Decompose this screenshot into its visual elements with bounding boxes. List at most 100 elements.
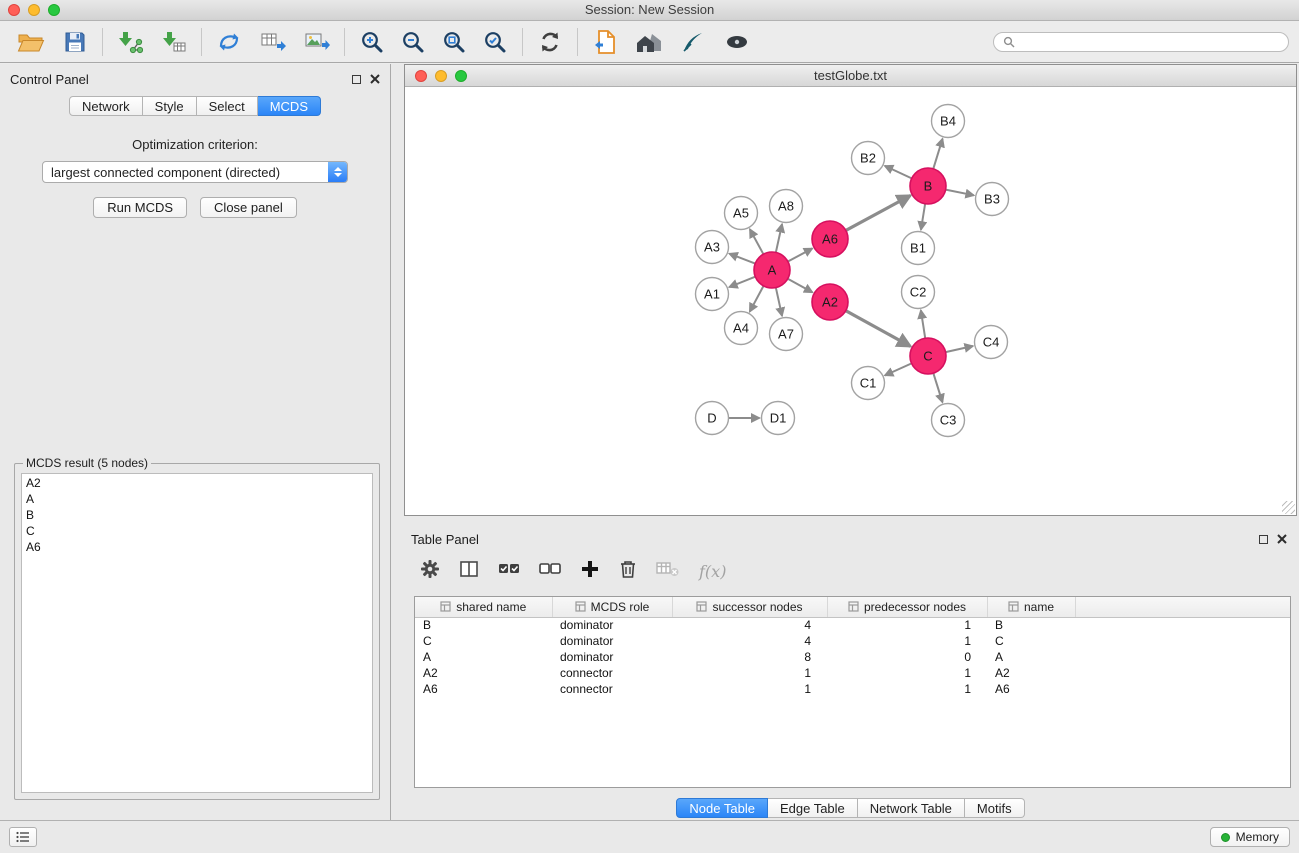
- import-network-button[interactable]: [111, 25, 149, 59]
- apply-layout-button[interactable]: [531, 25, 569, 59]
- zoom-out-button[interactable]: [394, 25, 432, 59]
- table-row[interactable]: A6connector11A6: [415, 681, 1290, 697]
- result-item[interactable]: C: [22, 523, 372, 539]
- graph-edge-C-C3[interactable]: [933, 373, 942, 402]
- select-all-button[interactable]: [498, 559, 520, 584]
- deselect-all-button[interactable]: [539, 559, 561, 584]
- graph-node-B2[interactable]: B2: [852, 142, 885, 175]
- result-item[interactable]: B: [22, 507, 372, 523]
- export-table-button[interactable]: [254, 25, 292, 59]
- column-header-shared-name[interactable]: shared name: [415, 597, 552, 617]
- result-item[interactable]: A2: [22, 475, 372, 491]
- graph-edge-A-A6[interactable]: [788, 248, 812, 261]
- add-column-button[interactable]: [580, 559, 600, 584]
- save-session-button[interactable]: [56, 25, 94, 59]
- float-table-panel-icon[interactable]: [1259, 535, 1268, 544]
- column-header-mcds-role[interactable]: MCDS role: [552, 597, 672, 617]
- graph-edge-A-A3[interactable]: [729, 254, 755, 264]
- graph-node-B1[interactable]: B1: [902, 232, 935, 265]
- delete-column-button[interactable]: [619, 559, 637, 584]
- mcds-result-list[interactable]: A2ABCA6: [21, 473, 373, 793]
- show-columns-button[interactable]: [459, 559, 479, 584]
- table-settings-button[interactable]: [420, 559, 440, 584]
- column-header-name[interactable]: name: [987, 597, 1075, 617]
- toggle-visibility-button[interactable]: [718, 25, 756, 59]
- graph-node-A7[interactable]: A7: [770, 318, 803, 351]
- zoom-fit-button[interactable]: [435, 25, 473, 59]
- graph-edge-A-A1[interactable]: [729, 277, 755, 287]
- close-panel-button[interactable]: Close panel: [200, 197, 297, 218]
- tab-network[interactable]: Network: [69, 96, 143, 116]
- tab-style[interactable]: Style: [143, 96, 197, 116]
- graph-edge-C-C2[interactable]: [921, 310, 925, 338]
- close-table-panel-icon[interactable]: [1277, 534, 1287, 544]
- graph-node-C2[interactable]: C2: [902, 276, 935, 309]
- graph-node-A5[interactable]: A5: [725, 197, 758, 230]
- column-header-successor-nodes[interactable]: successor nodes: [672, 597, 827, 617]
- tab-motifs[interactable]: Motifs: [965, 798, 1025, 818]
- graph-node-A8[interactable]: A8: [770, 190, 803, 223]
- graph-node-C4[interactable]: C4: [975, 326, 1008, 359]
- graph-node-A6[interactable]: A6: [812, 221, 848, 257]
- graph-edge-A2-C[interactable]: [846, 311, 911, 347]
- column-header-predecessor-nodes[interactable]: predecessor nodes: [827, 597, 987, 617]
- table-row[interactable]: Cdominator41C: [415, 633, 1290, 649]
- graph-edge-B-B2[interactable]: [885, 166, 912, 179]
- run-mcds-button[interactable]: Run MCDS: [93, 197, 187, 218]
- delete-table-button[interactable]: [656, 559, 680, 584]
- graph-edge-B-B4[interactable]: [933, 139, 942, 169]
- graph-node-A3[interactable]: A3: [696, 231, 729, 264]
- graph-node-A1[interactable]: A1: [696, 278, 729, 311]
- network-close-button[interactable]: [415, 70, 427, 82]
- function-builder-button[interactable]: f(x): [699, 562, 726, 581]
- task-history-button[interactable]: [9, 827, 37, 847]
- graph-node-A[interactable]: A: [754, 252, 790, 288]
- network-graph[interactable]: B4B2BB3A5A8A6B1A3AC2A1A2A4A7C4CC1C3DD1: [405, 88, 1296, 516]
- table-row[interactable]: Bdominator41B: [415, 617, 1290, 633]
- zoom-window-button[interactable]: [48, 4, 60, 16]
- minimize-window-button[interactable]: [28, 4, 40, 16]
- graph-edge-A-A5[interactable]: [750, 229, 764, 254]
- import-table-button[interactable]: [155, 25, 193, 59]
- close-panel-icon[interactable]: [370, 74, 380, 84]
- tab-node-table[interactable]: Node Table: [676, 798, 768, 818]
- graph-node-C[interactable]: C: [910, 338, 946, 374]
- search-field[interactable]: [993, 32, 1289, 52]
- result-item[interactable]: A: [22, 491, 372, 507]
- zoom-in-button[interactable]: [353, 25, 391, 59]
- graph-node-C1[interactable]: C1: [852, 367, 885, 400]
- network-minimize-button[interactable]: [435, 70, 447, 82]
- network-zoom-button[interactable]: [455, 70, 467, 82]
- optimization-select[interactable]: largest connected component (directed): [42, 161, 348, 183]
- table-row[interactable]: A2connector11A2: [415, 665, 1290, 681]
- search-input[interactable]: [1020, 35, 1279, 49]
- graph-node-D1[interactable]: D1: [762, 402, 795, 435]
- table-row[interactable]: Adominator80A: [415, 649, 1290, 665]
- tab-mcds[interactable]: MCDS: [258, 96, 321, 116]
- zoom-selected-button[interactable]: [476, 25, 514, 59]
- close-window-button[interactable]: [8, 4, 20, 16]
- graph-edge-C-C4[interactable]: [946, 346, 973, 352]
- open-file-button[interactable]: [12, 25, 50, 59]
- memory-button[interactable]: Memory: [1210, 827, 1290, 847]
- tab-select[interactable]: Select: [197, 96, 258, 116]
- graph-edge-C-C1[interactable]: [885, 363, 912, 375]
- graph-edge-A-A7[interactable]: [776, 288, 782, 316]
- graph-edge-B-B3[interactable]: [946, 190, 974, 196]
- graph-edge-A-A2[interactable]: [788, 279, 813, 293]
- export-image-button[interactable]: [298, 25, 336, 59]
- apply-style-button[interactable]: [674, 25, 712, 59]
- graph-node-B4[interactable]: B4: [932, 105, 965, 138]
- resize-grip[interactable]: [1282, 501, 1295, 514]
- graph-edge-A-A4[interactable]: [750, 286, 764, 312]
- home-view-button[interactable]: [630, 25, 668, 59]
- graph-edge-A-A8[interactable]: [776, 224, 782, 252]
- network-share-button[interactable]: [210, 25, 248, 59]
- float-panel-icon[interactable]: [352, 75, 361, 84]
- graph-node-B[interactable]: B: [910, 168, 946, 204]
- graph-edge-A6-B[interactable]: [846, 196, 911, 231]
- graph-node-A4[interactable]: A4: [725, 312, 758, 345]
- graph-node-B3[interactable]: B3: [976, 183, 1009, 216]
- graph-edge-B-B1[interactable]: [921, 204, 925, 230]
- graph-node-C3[interactable]: C3: [932, 404, 965, 437]
